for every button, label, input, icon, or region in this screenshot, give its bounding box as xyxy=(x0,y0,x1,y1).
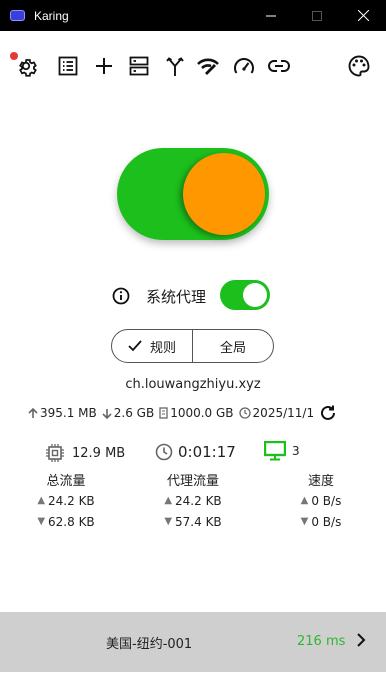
system-proxy-switch[interactable] xyxy=(220,280,270,310)
server-name: 美国-纽约-001 xyxy=(106,637,193,652)
system-proxy-row: 系统代理 xyxy=(0,280,386,312)
refresh-button[interactable] xyxy=(319,404,337,422)
connect-toggle[interactable] xyxy=(117,148,269,240)
upload-arrow-icon xyxy=(28,407,38,418)
clock-icon xyxy=(155,443,173,461)
connections-count[interactable]: 3 xyxy=(264,441,300,461)
mode-rule-button[interactable]: 规则 xyxy=(112,330,193,362)
mode-global-label: 全局 xyxy=(219,340,246,356)
total-down: ▼ 62.8 KB xyxy=(37,514,95,529)
monitor-icon xyxy=(264,441,286,461)
app-logo-icon xyxy=(10,10,25,21)
check-icon xyxy=(128,340,142,352)
upload-used: 395.1 MB xyxy=(28,406,97,420)
cpu-icon xyxy=(46,444,64,462)
uptime: 0:01:17 xyxy=(155,443,236,461)
info-icon[interactable] xyxy=(112,287,130,309)
server-latency: 216 ms xyxy=(297,634,346,649)
profiles-button[interactable] xyxy=(55,53,81,79)
expire-date: 2025/11/1 xyxy=(238,406,314,420)
fork-icon xyxy=(166,57,184,76)
subscription-stats: 395.1 MB 2.6 GB 1000.0 GB 2025/11/1 xyxy=(28,403,342,423)
minimize-button[interactable] xyxy=(248,0,294,31)
chevron-right-icon xyxy=(356,632,366,652)
speedometer-icon xyxy=(234,58,254,74)
link-icon xyxy=(268,60,290,72)
subscription-host: ch.louwangzhiyu.xyz xyxy=(125,377,261,392)
window-titlebar: Karing xyxy=(0,0,386,31)
total-quota: 1000.0 GB xyxy=(159,406,234,420)
system-proxy-label: 系统代理 xyxy=(146,288,207,306)
runtime-metrics: 12.9 MB 0:01:17 3 xyxy=(0,441,386,465)
current-server-bar[interactable]: 美国-纽约-001 216 ms xyxy=(0,612,386,672)
proxy-traffic-title: 代理流量 xyxy=(166,474,219,489)
toolbar xyxy=(0,47,386,87)
dashboard-button[interactable] xyxy=(231,53,257,79)
add-button[interactable] xyxy=(91,53,117,79)
upload-arrow-icon: ▲ xyxy=(37,495,46,506)
speedtest-button[interactable] xyxy=(195,53,221,79)
server-icon xyxy=(129,56,149,76)
refresh-icon xyxy=(321,405,336,420)
routing-button[interactable] xyxy=(162,53,188,79)
proxy-traffic: 代理流量 ▲ 24.2 KB ▼ 57.4 KB xyxy=(143,470,243,532)
storage-icon xyxy=(159,407,168,419)
palette-icon xyxy=(348,55,370,77)
speed-up: ▲ 0 B/s xyxy=(300,493,342,508)
list-icon xyxy=(58,56,78,76)
proxy-up: ▲ 24.2 KB xyxy=(164,493,222,508)
proxy-down: ▼ 57.4 KB xyxy=(164,514,222,529)
speed-title: 速度 xyxy=(307,474,334,489)
system-proxy-switch-knob xyxy=(243,283,267,307)
link-button[interactable] xyxy=(266,53,292,79)
download-arrow-icon: ▼ xyxy=(37,516,46,527)
memory-usage: 12.9 MB xyxy=(45,443,125,463)
mode-global-button[interactable]: 全局 xyxy=(193,330,273,362)
download-arrow-icon: ▼ xyxy=(164,516,173,527)
speed: 速度 ▲ 0 B/s ▼ 0 B/s xyxy=(271,470,371,532)
window-title: Karing xyxy=(34,8,69,23)
download-arrow-icon: ▼ xyxy=(300,516,309,527)
close-button[interactable] xyxy=(340,0,386,31)
download-arrow-icon xyxy=(102,408,112,419)
upload-arrow-icon: ▲ xyxy=(300,495,309,506)
theme-button[interactable] xyxy=(346,53,372,79)
gear-icon xyxy=(19,59,37,77)
plus-icon xyxy=(96,58,112,74)
download-used: 2.6 GB xyxy=(102,406,154,420)
connect-toggle-knob xyxy=(183,153,265,235)
servers-button[interactable] xyxy=(126,53,152,79)
clock-icon xyxy=(238,407,251,419)
total-traffic-title: 总流量 xyxy=(46,474,86,489)
total-up: ▲ 24.2 KB xyxy=(37,493,95,508)
total-traffic: 总流量 ▲ 24.2 KB ▼ 62.8 KB xyxy=(16,470,116,532)
mode-rule-label: 规则 xyxy=(149,340,176,356)
speed-down: ▼ 0 B/s xyxy=(300,514,342,529)
maximize-button[interactable] xyxy=(294,0,340,31)
mode-selector: 规则 全局 xyxy=(111,329,274,363)
upload-arrow-icon: ▲ xyxy=(164,495,173,506)
wifi-speed-icon xyxy=(197,58,219,75)
notification-dot xyxy=(10,52,18,60)
